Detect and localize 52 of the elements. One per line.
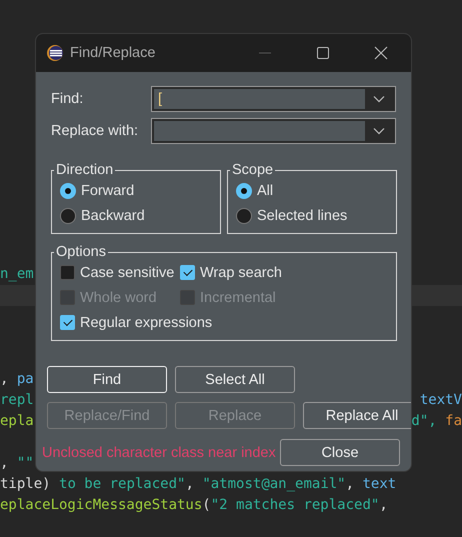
close-icon[interactable] (374, 46, 388, 60)
close-button[interactable]: Close (280, 439, 400, 466)
dialog-button[interactable]: Select All (175, 366, 295, 393)
find-combo-field[interactable]: [ (151, 86, 396, 112)
app-icon (46, 44, 64, 62)
code-text: repl (0, 391, 34, 410)
checkbox[interactable] (180, 265, 195, 280)
maximize-icon[interactable] (316, 46, 330, 60)
replace-combo-field[interactable] (151, 118, 396, 144)
radio-option[interactable]: Selected lines (236, 203, 388, 228)
code-text: , (0, 370, 10, 389)
checkbox-option[interactable]: Case sensitive (60, 260, 180, 285)
code-text: to be replaced" (59, 475, 186, 494)
checkbox[interactable] (60, 315, 75, 330)
error-message: Unclosed character class near index (42, 444, 276, 460)
dialog-button[interactable]: Find (47, 366, 167, 393)
code-text: , (379, 496, 388, 515)
code-text: n_em (0, 265, 34, 284)
code-text: pa (16, 370, 34, 389)
code-text: ( (202, 496, 211, 515)
window-title: Find/Replace (70, 45, 156, 61)
code-text: "atmost@an_email" (202, 475, 346, 494)
code-text: text (362, 475, 396, 494)
checkbox[interactable] (60, 265, 75, 280)
field-label: Find: (51, 91, 84, 107)
field-label: Replace with: (51, 123, 140, 139)
code-text: eplaceLogicMessageStatus (0, 496, 202, 515)
code-text: "" (16, 454, 34, 473)
code-text: textV (420, 391, 462, 410)
code-text: fa (445, 412, 462, 431)
group-title: Direction (55, 162, 114, 178)
code-text: , (0, 454, 10, 473)
checkbox-option[interactable]: Wrap search (180, 260, 388, 285)
chevron-down-icon[interactable] (373, 95, 385, 103)
code-text: tiple) (0, 475, 52, 494)
radio-option[interactable]: Forward (60, 178, 212, 203)
radio-button[interactable] (236, 182, 252, 198)
radio-option[interactable]: All (236, 178, 388, 203)
code-text: epla (0, 412, 34, 431)
code-text: d", (411, 412, 438, 431)
code-text: , (185, 475, 195, 494)
code-text: "2 matches replaced" (210, 496, 380, 515)
radio-option[interactable]: Backward (60, 203, 212, 228)
radio-button[interactable] (60, 182, 76, 198)
group-title: Scope (231, 162, 274, 178)
group-title: Options (55, 244, 107, 260)
radio-button[interactable] (236, 208, 252, 224)
radio-button[interactable] (60, 208, 76, 224)
code-text: , (346, 475, 356, 494)
chevron-down-icon[interactable] (373, 127, 385, 135)
checkbox-option[interactable]: Regular expressions (60, 310, 388, 335)
dialog-button[interactable]: Replace All (303, 402, 411, 429)
